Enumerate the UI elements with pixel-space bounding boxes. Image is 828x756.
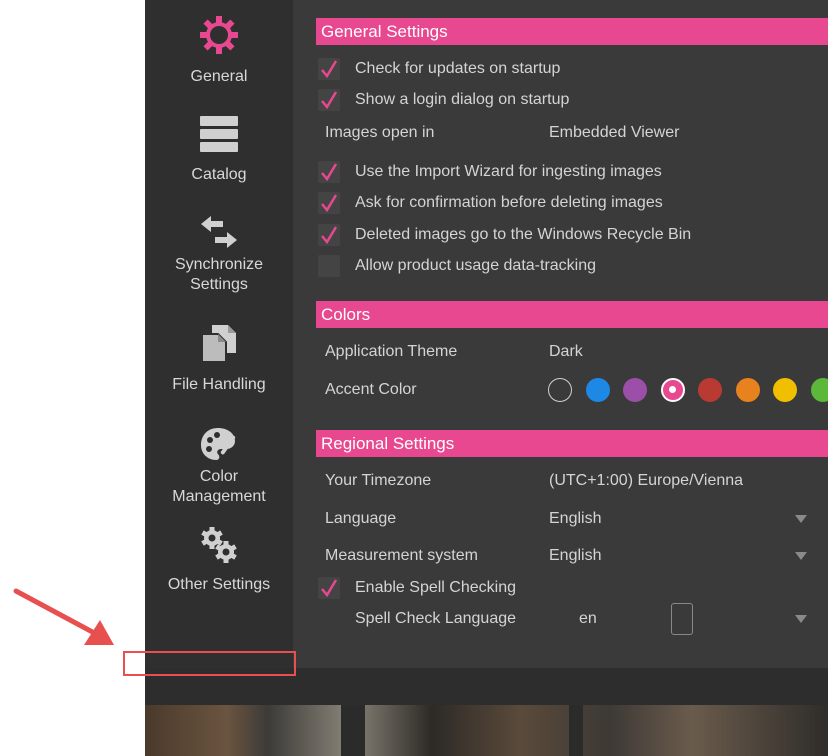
sidebar-item-label: Synchronize Settings: [174, 256, 264, 293]
accent-swatch[interactable]: [548, 378, 572, 402]
spell-check-checkbox[interactable]: [318, 577, 340, 599]
language-dropdown-icon[interactable]: [795, 515, 807, 523]
images-open-in-label: Images open in: [325, 124, 435, 141]
recycle-bin-label: Deleted images go to the Windows Recycle…: [355, 226, 692, 243]
accent-swatch[interactable]: [773, 378, 797, 402]
checkmark-icon: [321, 163, 338, 182]
spell-lang-extra-button[interactable]: [671, 603, 693, 635]
sidebar-item-label: Other Settings: [167, 576, 271, 593]
measurement-dropdown-icon[interactable]: [795, 552, 807, 560]
measurement-label: Measurement system: [325, 547, 478, 564]
checkmark-icon: [321, 194, 338, 213]
login-dialog-row[interactable]: Show a login dialog on startup: [318, 87, 569, 113]
spell-check-row[interactable]: Enable Spell Checking: [318, 575, 516, 601]
check-updates-row[interactable]: Check for updates on startup: [318, 56, 560, 82]
selected-dot-icon: [668, 386, 676, 393]
measurement-select[interactable]: English: [549, 543, 601, 569]
settings-sidebar: General Catalog Synchronize Settings Fil…: [145, 0, 293, 668]
preferences-window: General Catalog Synchronize Settings Fil…: [145, 0, 828, 756]
import-wizard-label: Use the Import Wizard for ingesting imag…: [355, 163, 662, 180]
gears-icon: [201, 527, 237, 563]
ask-confirm-label: Ask for confirmation before deleting ima…: [355, 194, 663, 211]
checkmark-icon: [321, 60, 338, 79]
ask-confirm-row[interactable]: Ask for confirmation before deleting ima…: [318, 190, 663, 216]
spell-check-label: Enable Spell Checking: [355, 579, 516, 596]
accent-swatch[interactable]: [698, 378, 722, 402]
checkmark-icon: [321, 226, 338, 245]
checkmark-icon: [321, 91, 338, 110]
spell-lang-dropdown-icon[interactable]: [795, 615, 807, 623]
sidebar-item-color-management[interactable]: Color Management: [145, 426, 293, 507]
ask-confirm-checkbox[interactable]: [318, 192, 340, 214]
accent-swatch[interactable]: [735, 378, 760, 402]
sidebar-item-label: File Handling: [172, 376, 266, 393]
accent-swatch[interactable]: [623, 378, 647, 402]
timezone-value[interactable]: (UTC+1:00) Europe/Vienna: [549, 468, 743, 494]
timezone-label: Your Timezone: [325, 472, 432, 489]
section-header-general: General Settings: [316, 18, 828, 45]
spell-lang-select[interactable]: en: [579, 606, 597, 632]
files-icon: [201, 325, 236, 363]
annotation-highlight-box: [123, 651, 296, 676]
background-photo-strip: [145, 705, 828, 756]
checkmark-icon: [321, 579, 338, 598]
check-updates-checkbox[interactable]: [318, 58, 340, 80]
images-open-in-select[interactable]: Embedded Viewer: [549, 120, 679, 146]
sidebar-item-general[interactable]: General: [145, 14, 293, 87]
recycle-bin-checkbox[interactable]: [318, 224, 340, 246]
import-wizard-checkbox[interactable]: [318, 161, 340, 183]
usage-tracking-row[interactable]: Allow product usage data-tracking: [318, 253, 596, 279]
section-header-regional: Regional Settings: [316, 430, 828, 457]
accent-swatch[interactable]: [810, 378, 828, 402]
sync-arrows-icon: [201, 216, 237, 248]
accent-swatch[interactable]: [585, 378, 610, 402]
language-select[interactable]: English: [549, 506, 601, 532]
login-dialog-label: Show a login dialog on startup: [355, 91, 570, 108]
annotation-arrow-icon: [13, 588, 114, 645]
application-theme-select[interactable]: Dark: [549, 339, 583, 365]
sidebar-item-file-handling[interactable]: File Handling: [145, 325, 293, 395]
check-updates-label: Check for updates on startup: [355, 60, 561, 77]
sidebar-item-synchronize-settings[interactable]: Synchronize Settings: [145, 214, 293, 295]
spell-lang-label: Spell Check Language: [355, 610, 517, 627]
gear-icon: [200, 16, 238, 54]
sidebar-item-other-settings[interactable]: Other Settings: [145, 527, 293, 595]
accent-swatch[interactable]: [660, 378, 685, 402]
sidebar-item-label: Color Management: [172, 468, 266, 505]
application-theme-label: Application Theme: [325, 343, 458, 360]
settings-content: General Settings Check for updates on st…: [293, 0, 828, 668]
sidebar-item-label: General: [190, 68, 248, 85]
sidebar-item-catalog[interactable]: Catalog: [145, 115, 293, 185]
import-wizard-row[interactable]: Use the Import Wizard for ingesting imag…: [318, 159, 662, 185]
usage-tracking-checkbox[interactable]: [318, 255, 340, 277]
language-label: Language: [325, 510, 397, 527]
palette-icon: [201, 428, 236, 460]
sidebar-item-label: Catalog: [191, 166, 247, 183]
recycle-bin-row[interactable]: Deleted images go to the Windows Recycle…: [318, 222, 691, 248]
login-dialog-checkbox[interactable]: [318, 89, 340, 111]
catalog-icon: [200, 116, 238, 152]
section-header-colors: Colors: [316, 301, 828, 328]
usage-tracking-label: Allow product usage data-tracking: [355, 257, 597, 274]
accent-color-label: Accent Color: [325, 381, 417, 398]
